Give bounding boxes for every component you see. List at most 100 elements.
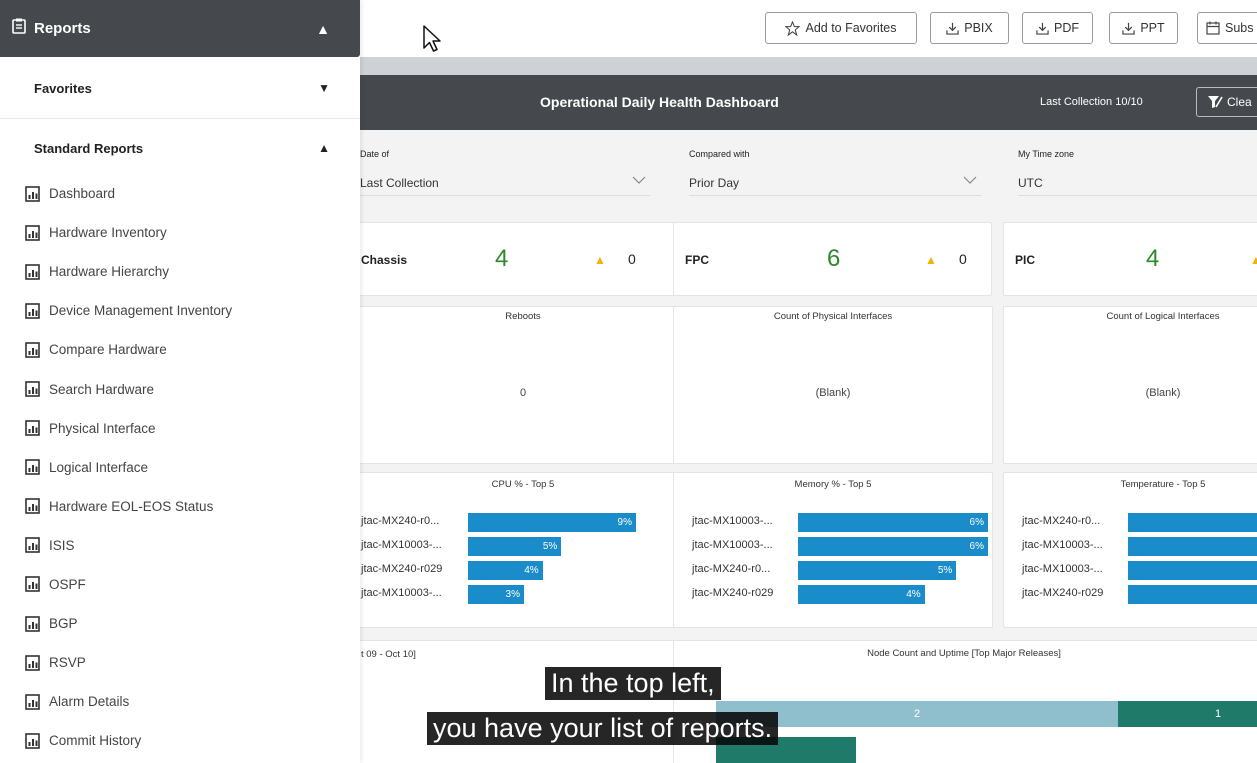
bar[interactable]: 6%	[798, 513, 988, 532]
node-bar-dark: 1	[1118, 701, 1257, 727]
sidebar-item-label: Commit History	[49, 733, 142, 749]
standard-reports-label: Standard Reports	[34, 140, 144, 156]
sidebar-item-isis[interactable]: ISIS	[0, 526, 360, 565]
node-bar-value: 1	[1214, 708, 1222, 720]
kpi-alert-count: 0	[959, 251, 967, 267]
physical-interfaces-card: Count of Physical Interfaces (Blank)	[673, 306, 993, 464]
bar[interactable]: 4%	[798, 585, 925, 604]
bar[interactable]: 9%	[468, 513, 636, 532]
bar[interactable]: 4%	[468, 561, 543, 580]
report-doc-icon	[25, 185, 40, 202]
sidebar-item-label: Device Management Inventory	[49, 303, 233, 319]
clear-filters-button[interactable]: Clea	[1196, 87, 1257, 117]
section-divider	[0, 118, 360, 119]
pdf-button[interactable]: PDF	[1022, 12, 1093, 44]
logical-interfaces-card: Count of Logical Interfaces (Blank)	[1003, 306, 1257, 464]
bar-category-label: jtac-MX10003-...	[1022, 563, 1103, 575]
sidebar-item-rsvp[interactable]: RSVP	[0, 643, 360, 682]
compared-with-value: Prior Day	[689, 175, 740, 190]
compared-with-label: Compared with	[689, 149, 750, 159]
compared-with-select[interactable]: Prior Day	[689, 170, 981, 196]
sidebar-item-search-hardware[interactable]: Search Hardware	[0, 369, 360, 408]
sidebar-item-hardware-eol-eos-status[interactable]: Hardware EOL-EOS Status	[0, 487, 360, 526]
sidebar-item-commit-history[interactable]: Commit History	[0, 721, 360, 760]
pbix-button[interactable]: PBIX	[930, 12, 1009, 44]
sidebar-item-compare-hardware[interactable]: Compare Hardware	[0, 330, 360, 369]
subscribe-button[interactable]: Subs	[1197, 12, 1257, 44]
bar-category-label: jtac-MX10003-...	[1022, 539, 1103, 551]
caption-line-2: you have your list of reports.	[427, 712, 779, 745]
bar[interactable]	[1128, 585, 1257, 604]
bar-category-label: jtac-MX240-r029	[1022, 587, 1104, 599]
bar[interactable]	[1128, 513, 1257, 532]
bar-category-label: jtac-MX10003-...	[692, 515, 773, 527]
collapse-triangle-icon[interactable]: ▲	[318, 141, 330, 155]
memory-chart-card: Memory % - Top 5 jtac-MX10003-... 6% jtac-…	[673, 472, 993, 628]
report-doc-icon	[25, 654, 40, 671]
sidebar-item-label: Alarm Details	[49, 694, 130, 710]
dashboard-header: Operational Daily Health Dashboard Last …	[360, 75, 1257, 130]
reports-header[interactable]: Reports ▲	[0, 0, 360, 57]
report-doc-icon	[25, 263, 40, 280]
warning-triangle-icon: ▲	[1250, 253, 1257, 267]
ppt-button[interactable]: PPT	[1109, 12, 1178, 44]
sidebar-item-physical-interface[interactable]: Physical Interface	[0, 409, 360, 448]
report-doc-icon	[25, 537, 40, 554]
kpi-value: 6	[827, 245, 841, 272]
sidebar-item-label: Search Hardware	[49, 381, 155, 397]
time-zone-select[interactable]: UTC	[1018, 170, 1257, 196]
bar[interactable]	[1128, 537, 1257, 556]
sidebar-item-label: Hardware Inventory	[49, 225, 167, 241]
cpu-chart-card: CPU % - Top 5 jtac-MX240-r0... 9% jtac-MX1…	[356, 472, 690, 628]
kpi-value: 4	[1146, 245, 1160, 272]
bar-category-label: jtac-MX240-r0...	[361, 515, 440, 527]
sidebar-item-dashboard[interactable]: Dashboard	[0, 174, 360, 213]
date-of-label: Date of	[360, 149, 390, 159]
sidebar-item-alarm-details[interactable]: Alarm Details	[0, 682, 360, 721]
report-doc-icon	[25, 303, 40, 319]
sidebar-item-device-management-inventory[interactable]: Device Management Inventory	[0, 291, 360, 330]
toolbar: Add to Favorites PBIX PDF PPT Subs	[360, 0, 1257, 57]
sidebar-item-label: Hardware Hierarchy	[49, 264, 170, 280]
reports-title: Reports	[34, 20, 91, 37]
kpi-alert-count: 0	[628, 251, 636, 267]
clear-filters-label: Clea	[1227, 95, 1252, 109]
sidebar-item-bgp[interactable]: BGP	[0, 604, 360, 643]
warning-triangle-icon: ▲	[925, 253, 937, 267]
add-to-favorites-button[interactable]: Add to Favorites	[765, 12, 917, 44]
sidebar-item-logical-interface[interactable]: Logical Interface	[0, 448, 360, 487]
bar-category-label: jtac-MX10003-...	[361, 539, 442, 551]
report-list: Dashboard Hardware Inventory Hardware Hier…	[0, 174, 360, 760]
favorites-section[interactable]: Favorites ▼	[0, 58, 360, 118]
sidebar-item-label: ISIS	[49, 537, 75, 553]
download-icon	[1036, 22, 1049, 35]
card-value: (Blank)	[1145, 387, 1181, 399]
date-of-select[interactable]: Last Collection	[360, 170, 650, 196]
kpi-name: PIC	[1015, 253, 1036, 267]
sidebar-item-hardware-hierarchy[interactable]: Hardware Hierarchy	[0, 252, 360, 291]
caption-text-2: you have your list of reports.	[427, 712, 779, 745]
sidebar-item-label: Logical Interface	[49, 459, 149, 475]
report-doc-icon	[25, 693, 40, 710]
bar[interactable]: 6%	[798, 537, 988, 556]
standard-reports-section[interactable]: Standard Reports ▲	[0, 122, 360, 174]
sidebar-item-hardware-inventory[interactable]: Hardware Inventory	[0, 213, 360, 252]
bar[interactable]	[1128, 561, 1257, 580]
report-doc-icon	[25, 576, 40, 593]
report-doc-icon	[25, 498, 40, 515]
collapse-triangle-icon[interactable]: ▲	[316, 21, 330, 37]
bar[interactable]: 3%	[468, 585, 524, 604]
bar[interactable]: 5%	[798, 561, 957, 580]
node-bar-value: 2	[913, 708, 921, 720]
sidebar-item-ospf[interactable]: OSPF	[0, 565, 360, 604]
kpi-value: 4	[495, 245, 509, 272]
report-doc-icon	[25, 420, 40, 436]
kpi-name: Chassis	[361, 253, 408, 267]
report-doc-icon	[25, 733, 40, 749]
ppt-label: PPT	[1140, 21, 1165, 35]
expand-triangle-icon[interactable]: ▼	[318, 81, 330, 95]
bar[interactable]: 5%	[468, 537, 562, 556]
sidebar-item-label: OSPF	[49, 576, 86, 592]
sidebar-item-label: Dashboard	[49, 186, 116, 202]
card-value: (Blank)	[815, 387, 851, 399]
